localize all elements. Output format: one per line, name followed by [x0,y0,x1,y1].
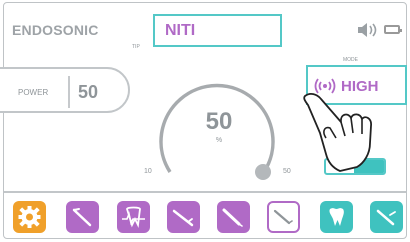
power-divider [68,76,70,108]
toolbar-divider [4,191,406,193]
scaler-tool-button[interactable] [217,201,250,233]
endosonic-tool-button[interactable] [267,201,300,233]
irrigation-tool-button[interactable] [370,201,403,233]
file-instrument-icon [72,208,92,227]
tip-value: NITI [165,21,196,39]
tooth-icon [329,208,344,226]
dial-unit: % [215,137,223,144]
gear-icon [18,206,41,228]
apex-locator-button[interactable] [117,201,150,233]
mode-label: MODE [343,57,358,63]
speaker-volume-icon[interactable] [357,22,381,38]
irrigation-tip-icon [376,209,396,226]
tip-label: TIP [132,44,140,50]
file-tool-button[interactable] [66,201,99,233]
power-label: POWER [18,88,49,97]
pointing-hand-icon [303,92,372,172]
handpiece-icon [172,209,194,227]
endosonic-tip-icon [273,209,293,225]
power-value: 50 [78,82,99,102]
dial-min-label: 10 [144,168,152,175]
tooth-wave-icon [122,206,145,229]
scaler-icon [222,208,243,227]
settings-button[interactable] [13,201,46,233]
tooth-tool-button[interactable] [320,201,353,233]
power-panel[interactable]: POWER 50 [0,67,130,113]
handpiece-tool-button[interactable] [167,201,200,233]
tip-selector[interactable]: NITI [153,14,282,47]
battery-icon [384,25,402,34]
app-title: ENDOSONIC [12,22,99,38]
dial-max-label: 50 [283,168,291,175]
dial-value: 50 [205,108,233,135]
